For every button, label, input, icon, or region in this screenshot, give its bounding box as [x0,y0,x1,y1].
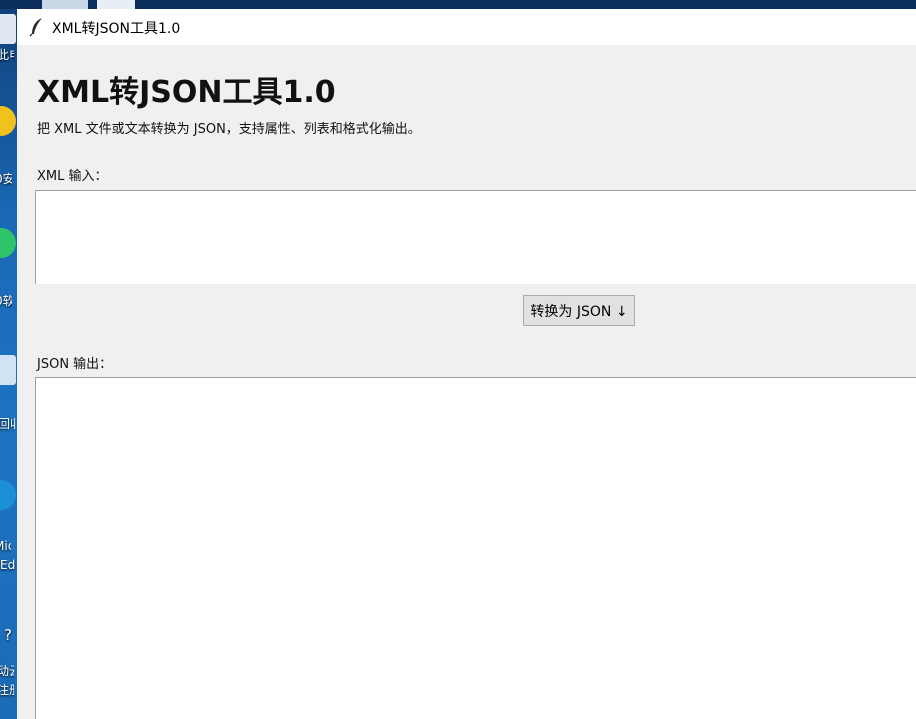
json-output-label: JSON 输出： [37,357,113,372]
desktop-label-computer: 此电 [0,48,14,62]
page-title: XML转JSON工具1.0 [37,75,336,110]
desktop-label-edge: Micr [0,539,11,553]
desktop-label-register: 注册 [0,683,14,697]
feather-icon [29,17,45,37]
json-output-textarea[interactable] [35,377,916,719]
title-bar[interactable]: XML转JSON工具1.0 [17,9,916,45]
page-subtitle: 把 XML 文件或文本转换为 JSON，支持属性、列表和格式化输出。 [37,122,421,137]
xml-input-textarea[interactable] [35,190,916,284]
software-icon[interactable] [0,228,16,258]
taskbar-tab[interactable] [42,0,88,9]
desktop-label-cloud: 动云 [0,664,14,678]
xml-input-label: XML 输入： [37,169,108,184]
computer-icon[interactable] [0,14,16,44]
edge-icon[interactable] [0,480,16,510]
window-title: XML转JSON工具1.0 [52,21,181,37]
taskbar-tab[interactable] [97,0,135,9]
desktop-label-security: 0安 [0,172,12,186]
desktop-label-edge-2: Ed [0,558,16,572]
desktop-label-recycle: 回收 [0,417,15,431]
desktop-top-strip [0,0,916,9]
convert-to-json-button[interactable]: 转换为 JSON ↓ [523,295,635,326]
desktop-label-software: 0软 [0,294,12,308]
recycle-bin-icon[interactable] [0,355,16,385]
app-window: XML转JSON工具1.0 XML转JSON工具1.0 把 XML 文件或文本转… [17,9,916,719]
security-icon[interactable] [0,106,16,136]
desktop-background: 此电 0安 0软 回收 Micr Ed ? 动云 注册 [0,0,17,719]
help-icon[interactable]: ? [4,626,17,644]
